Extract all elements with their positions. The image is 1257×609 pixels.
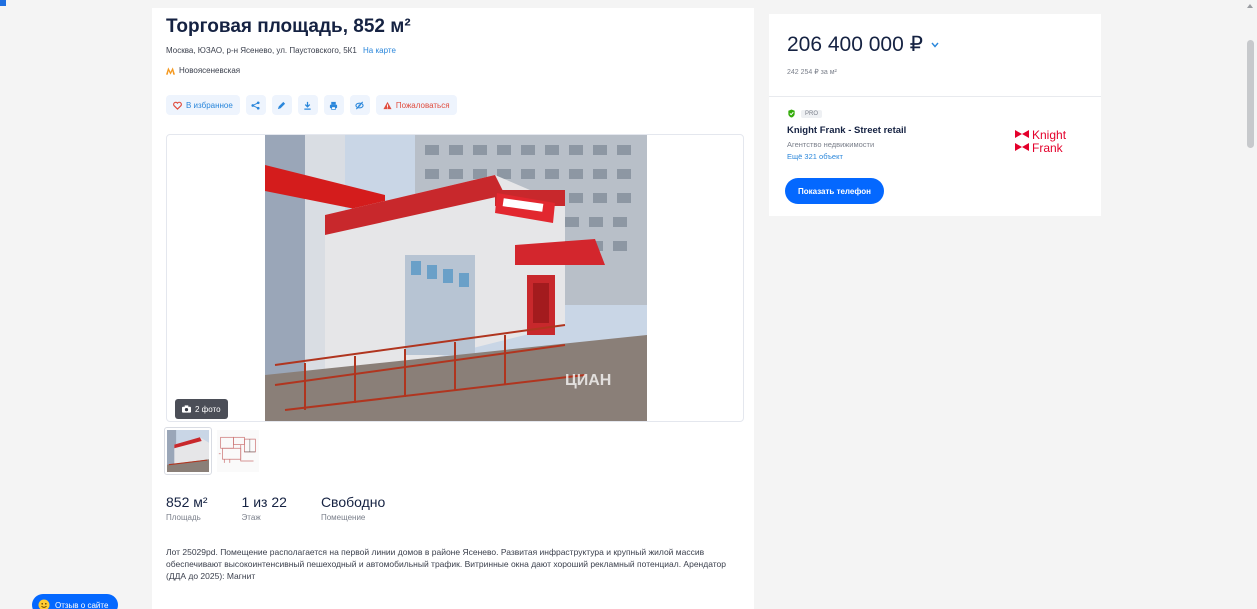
agency-name[interactable]: Knight Frank - Street retail xyxy=(787,125,906,136)
scroll-thumb[interactable] xyxy=(1247,40,1254,148)
map-link[interactable]: На карте xyxy=(363,46,396,55)
favorite-button[interactable]: В избранное xyxy=(166,95,240,115)
logo-text-frank: Frank xyxy=(1032,141,1064,155)
photo-count-badge[interactable]: 2 фото xyxy=(175,399,228,419)
share-icon xyxy=(251,100,260,110)
agency-more-link[interactable]: Ещё 321 объект xyxy=(787,152,843,161)
download-icon xyxy=(304,101,311,110)
key-stats: 852 м² Площадь 1 из 22 Этаж Свободно Пом… xyxy=(166,494,385,522)
divider xyxy=(769,96,1101,97)
knight-frank-logo[interactable]: Knight Frank xyxy=(1015,126,1089,158)
action-bar: В избранное Пожаловаться xyxy=(166,95,457,115)
price-card: 206 400 000 ₽ 242 254 ₽ за м² PRO Knight… xyxy=(769,14,1101,216)
stat-area: 852 м² Площадь xyxy=(166,494,208,522)
heart-icon xyxy=(173,101,182,110)
metro-name[interactable]: Новоясеневская xyxy=(179,66,240,75)
thumbnail-storefront xyxy=(167,430,209,472)
site-feedback-button[interactable]: Отзыв о сайте xyxy=(32,594,119,609)
thumbnail-1[interactable] xyxy=(164,427,212,475)
hide-icon xyxy=(355,101,364,109)
camera-icon xyxy=(182,405,191,413)
thumbnail-strip xyxy=(164,427,261,475)
agency-badges: PRO xyxy=(787,109,823,118)
smile-icon xyxy=(38,599,50,609)
chevron-down-icon[interactable] xyxy=(931,42,939,48)
listing-card: Торговая площадь, 852 м² Москва, ЮЗАО, р… xyxy=(152,8,754,609)
scrollbar[interactable] xyxy=(1244,0,1257,609)
main-photo[interactable]: ЦИАН xyxy=(265,135,647,421)
corner-marker xyxy=(0,0,6,6)
cian-watermark: ЦИАН xyxy=(565,372,611,389)
download-button[interactable] xyxy=(297,95,318,115)
share-button[interactable] xyxy=(245,95,266,115)
print-icon xyxy=(330,101,338,110)
feedback-label: Отзыв о сайте xyxy=(55,600,109,609)
complain-button[interactable]: Пожаловаться xyxy=(375,95,457,115)
edit-button[interactable] xyxy=(271,95,292,115)
page-title: Торговая площадь, 852 м² xyxy=(166,16,411,37)
stat-floor: 1 из 22 Этаж xyxy=(242,494,287,522)
storefront-photo: ЦИАН xyxy=(265,135,647,421)
stat-label: Площадь xyxy=(166,513,201,522)
hide-button[interactable] xyxy=(349,95,370,115)
price: 206 400 000 ₽ xyxy=(787,32,939,57)
metro-icon xyxy=(166,66,175,75)
stat-value: 1 из 22 xyxy=(241,494,287,510)
stat-status: Свободно Помещение xyxy=(321,494,385,522)
logo-text-knight: Knight xyxy=(1032,128,1067,142)
pro-badge: PRO xyxy=(801,109,823,118)
photo-gallery[interactable]: ЦИАН 2 фото xyxy=(166,134,744,422)
agency-type: Агентство недвижимости xyxy=(787,140,875,149)
print-button[interactable] xyxy=(323,95,344,115)
favorite-label: В избранное xyxy=(186,100,233,110)
address-text[interactable]: Москва, ЮЗАО, р-н Ясенево, ул. Паустовск… xyxy=(166,46,357,55)
stat-value: 852 м² xyxy=(166,494,208,510)
thumbnail-2[interactable] xyxy=(215,428,261,474)
edit-icon xyxy=(278,101,286,109)
stat-label: Этаж xyxy=(241,513,261,522)
price-value: 206 400 000 ₽ xyxy=(787,33,923,56)
stat-value: Свободно xyxy=(320,494,386,510)
scroll-up-arrow-icon[interactable] xyxy=(1247,4,1253,8)
metro-station: Новоясеневская xyxy=(166,66,240,75)
photo-count-label: 2 фото xyxy=(195,404,221,414)
address-line: Москва, ЮЗАО, р-н Ясенево, ул. Паустовск… xyxy=(166,46,396,55)
show-phone-button[interactable]: Показать телефон xyxy=(785,178,884,204)
complain-label: Пожаловаться xyxy=(395,100,450,110)
price-per-sqm: 242 254 ₽ за м² xyxy=(787,69,837,76)
stat-label: Помещение xyxy=(320,513,366,522)
warning-icon xyxy=(383,101,392,109)
thumbnail-floorplan xyxy=(217,430,259,472)
verified-check-icon xyxy=(788,109,795,118)
listing-description: Лот 25029pd. Помещение располагается на … xyxy=(166,547,727,581)
